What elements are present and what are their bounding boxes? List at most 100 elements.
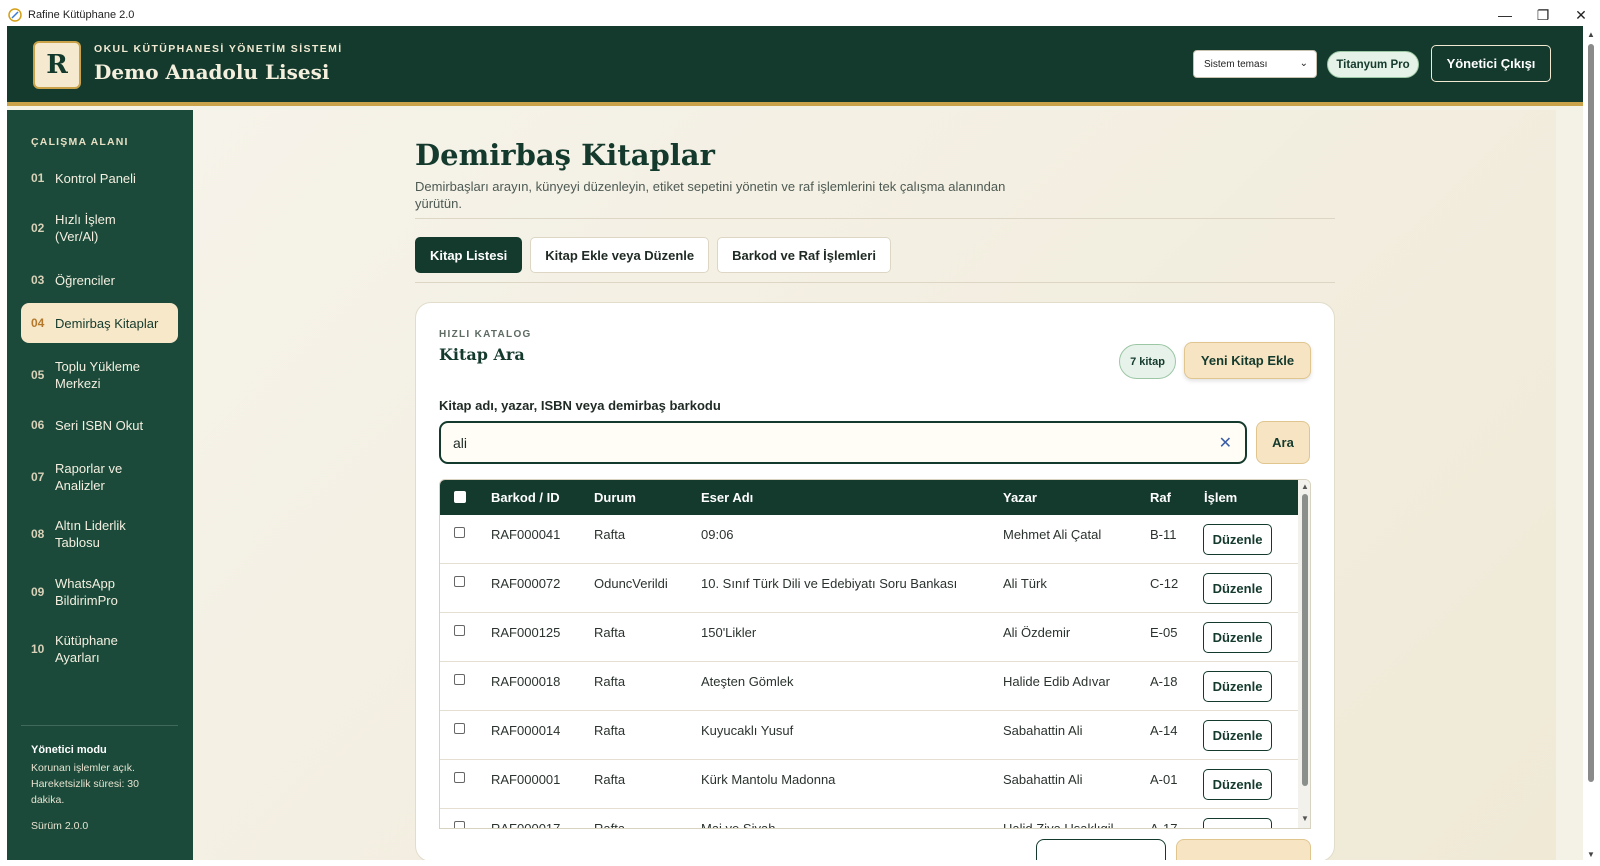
scrollbar-thumb[interactable] <box>1302 494 1308 786</box>
col-title[interactable]: Eser Adı <box>701 490 753 505</box>
row-checkbox[interactable] <box>454 527 465 538</box>
sidebar-item-liderlik[interactable]: 08 Altın Liderlik Tablosu <box>21 512 178 556</box>
page-subtitle: Demirbaşları arayın, künyeyi düzenleyin,… <box>415 179 1006 211</box>
edit-button[interactable]: Düzenle <box>1203 671 1272 702</box>
sidebar-item-demirbas-kitaplar[interactable]: 04 Demirbaş Kitaplar <box>21 303 178 343</box>
cell-author: Ali Türk <box>1003 576 1047 591</box>
col-shelf[interactable]: Raf <box>1150 490 1171 505</box>
edit-button[interactable]: Düzenle <box>1203 720 1272 751</box>
sidebar-item-ayarlar[interactable]: 10 Kütüphane Ayarları <box>21 627 178 671</box>
scroll-down-icon[interactable]: ▼ <box>1587 850 1595 859</box>
cell-shelf: E-05 <box>1150 625 1178 640</box>
row-checkbox[interactable] <box>454 723 465 734</box>
cell-title: Mai ve Siyah <box>701 821 776 829</box>
clear-search-icon[interactable]: ✕ <box>1219 433 1232 453</box>
cell-barcode: RAF000001 <box>491 772 561 787</box>
cell-barcode: RAF000017 <box>491 821 561 829</box>
sidebar-item-number: 01 <box>31 171 45 185</box>
search-button[interactable]: Ara <box>1256 421 1310 464</box>
admin-mode-text: Korunan işlemler açık. Hareketsizlik sür… <box>31 762 139 806</box>
cell-status: OduncVerildi <box>594 576 668 591</box>
cell-shelf: C-12 <box>1150 576 1179 591</box>
edit-button[interactable]: Düzenle <box>1203 622 1272 653</box>
col-author[interactable]: Yazar <box>1003 490 1037 505</box>
edit-button[interactable]: Düzenle <box>1203 818 1272 828</box>
cell-barcode: RAF000014 <box>491 723 561 738</box>
brand-kicker: OKUL KÜTÜPHANESİ YÖNETİM SİSTEMİ <box>94 43 343 55</box>
table-row[interactable]: RAF000125 Rafta 150'Likler Ali Özdemir E… <box>440 613 1298 662</box>
school-name: Demo Anadolu Lisesi <box>94 60 330 84</box>
sidebar-item-toplu-yukleme[interactable]: 05 Toplu Yükleme Merkezi <box>21 353 178 397</box>
row-checkbox[interactable] <box>454 772 465 783</box>
sidebar: ÇALIŞMA ALANI 01 Kontrol Paneli 02 Hızlı… <box>7 110 193 860</box>
cell-author: Halid Ziya Uşaklıgil <box>1003 821 1114 829</box>
sidebar-item-label: Altın Liderlik Tablosu <box>55 518 126 550</box>
table-row[interactable]: RAF000018 Rafta Ateşten Gömlek Halide Ed… <box>440 662 1298 711</box>
tab-kitap-ekle[interactable]: Kitap Ekle veya Düzenle <box>530 237 710 273</box>
row-checkbox[interactable] <box>454 821 465 828</box>
primary-action-button[interactable] <box>1176 839 1311 860</box>
scroll-up-icon[interactable]: ▲ <box>1587 30 1595 39</box>
sidebar-item-label: Öğrenciler <box>55 272 115 288</box>
logout-button[interactable]: Yönetici Çıkışı <box>1431 45 1551 82</box>
table-row[interactable]: RAF000001 Rafta Kürk Mantolu Madonna Sab… <box>440 760 1298 809</box>
table-row[interactable]: RAF000014 Rafta Kuyucaklı Yusuf Sabahatt… <box>440 711 1298 760</box>
cell-author: Sabahattin Ali <box>1003 723 1083 738</box>
col-barcode[interactable]: Barkod / ID <box>491 490 560 505</box>
version-label: Sürüm 2.0.0 <box>31 820 89 832</box>
sidebar-item-number: 09 <box>31 585 45 599</box>
tab-kitap-listesi[interactable]: Kitap Listesi <box>415 237 523 273</box>
edit-button[interactable]: Düzenle <box>1203 524 1272 555</box>
cell-status: Rafta <box>594 772 626 787</box>
table-row[interactable]: RAF000041 Rafta 09:06 Mehmet Ali Çatal B… <box>440 515 1298 564</box>
sidebar-item-hizli-islem[interactable]: 02 Hızlı İşlem (Ver/Al) <box>21 206 178 250</box>
search-input[interactable]: ali ✕ <box>439 421 1247 464</box>
row-checkbox[interactable] <box>454 625 465 636</box>
chevron-down-icon: ⌄ <box>1299 58 1308 69</box>
sidebar-item-number: 10 <box>31 642 45 656</box>
card-title: Kitap Ara <box>439 345 525 364</box>
scroll-up-icon[interactable]: ▲ <box>1301 482 1309 491</box>
sidebar-item-label: Toplu Yükleme Merkezi <box>55 359 141 391</box>
catalog-card: HIZLI KATALOG Kitap Ara 7 kitap Yeni Kit… <box>415 302 1335 860</box>
theme-select-value: Sistem teması <box>1204 58 1268 70</box>
cell-author: Sabahattin Ali <box>1003 772 1083 787</box>
table-header: Barkod / ID Durum Eser Adı Yazar Raf İşl… <box>440 480 1298 515</box>
sidebar-item-number: 02 <box>31 221 45 235</box>
cell-title: Kuyucaklı Yusuf <box>701 723 794 738</box>
tab-barkod-raf[interactable]: Barkod ve Raf İşlemleri <box>717 237 891 273</box>
edit-button[interactable]: Düzenle <box>1203 769 1272 800</box>
sidebar-item-number: 05 <box>31 368 45 382</box>
col-action: İşlem <box>1204 490 1238 505</box>
theme-select[interactable]: Sistem teması ⌄ <box>1193 50 1317 78</box>
book-count-badge: 7 kitap <box>1119 344 1176 379</box>
sidebar-item-kontrol-paneli[interactable]: 01 Kontrol Paneli <box>21 163 178 193</box>
new-book-button[interactable]: Yeni Kitap Ekle <box>1184 342 1311 379</box>
table-row[interactable]: RAF000017 Rafta Mai ve Siyah Halid Ziya … <box>440 809 1298 829</box>
sidebar-heading: ÇALIŞMA ALANI <box>31 136 129 148</box>
cell-shelf: A-17 <box>1150 821 1178 829</box>
sidebar-divider <box>21 725 178 726</box>
plan-badge[interactable]: Titanyum Pro <box>1327 51 1419 78</box>
row-checkbox[interactable] <box>454 576 465 587</box>
sidebar-item-ogrenciler[interactable]: 03 Öğrenciler <box>21 265 178 295</box>
table-scrollbar[interactable]: ▲ ▼ <box>1298 480 1310 828</box>
sidebar-item-seri-isbn[interactable]: 06 Seri ISBN Okut <box>21 410 178 440</box>
sidebar-item-label: Kontrol Paneli <box>55 170 136 186</box>
logo: R <box>33 41 81 89</box>
table-row[interactable]: RAF000072 OduncVerildi 10. Sınıf Türk Di… <box>440 564 1298 613</box>
window-scrollbar[interactable]: ▲ ▼ <box>1583 30 1600 866</box>
admin-mode-title: Yönetici modu <box>31 744 107 756</box>
sidebar-item-number: 03 <box>31 273 45 287</box>
row-checkbox[interactable] <box>454 674 465 685</box>
edit-button[interactable]: Düzenle <box>1203 573 1272 604</box>
col-status[interactable]: Durum <box>594 490 636 505</box>
sidebar-item-whatsapp[interactable]: 09 WhatsApp BildirimPro <box>21 570 178 614</box>
search-label: Kitap adı, yazar, ISBN veya demirbaş bar… <box>439 398 721 413</box>
select-all-checkbox[interactable] <box>454 491 466 503</box>
scrollbar-thumb[interactable] <box>1588 44 1594 782</box>
secondary-action-button[interactable] <box>1036 839 1166 860</box>
scroll-down-icon[interactable]: ▼ <box>1301 814 1309 823</box>
cell-title: 09:06 <box>701 527 734 542</box>
sidebar-item-raporlar[interactable]: 07 Raporlar ve Analizler <box>21 455 178 499</box>
